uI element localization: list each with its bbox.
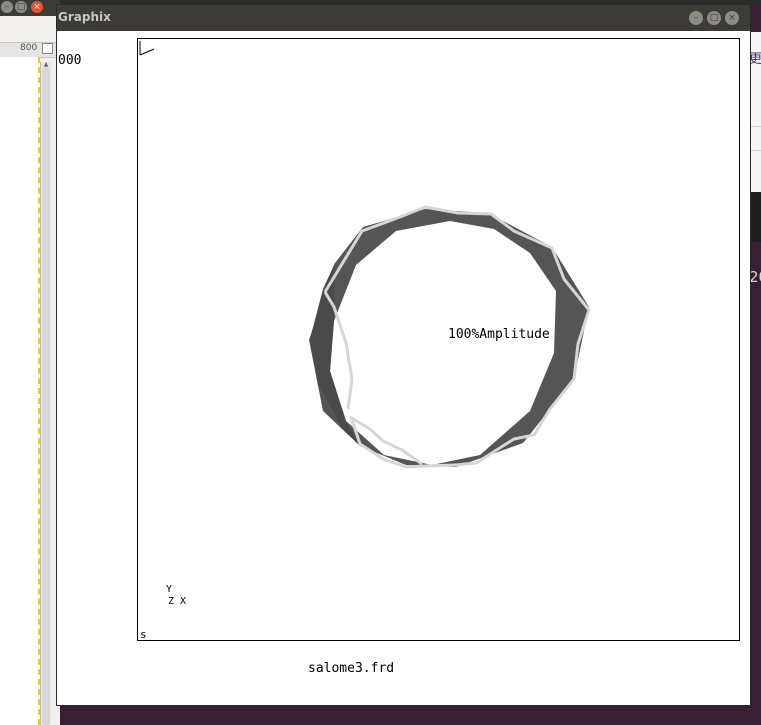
left-window-maximize-icon[interactable]: □ — [15, 1, 27, 13]
window-title: Graphix — [58, 10, 111, 24]
mesh-render[interactable] — [138, 39, 739, 640]
filename-label: salome3.frd — [308, 661, 395, 676]
counter-text: 000 — [58, 53, 82, 68]
axis-zx-label: Z X — [168, 596, 187, 607]
left-window-minimize-icon[interactable]: – — [1, 1, 13, 13]
amplitude-label: 100%Amplitude — [448, 327, 550, 342]
maximize-icon[interactable]: □ — [707, 11, 721, 25]
graphix-window[interactable]: Graphix – □ × 000 100%Amplitude Y Z X s … — [56, 4, 751, 706]
left-window-canvas[interactable] — [0, 57, 40, 725]
left-window-scrollbar[interactable]: ▲ — [40, 62, 51, 725]
render-viewport[interactable]: 100%Amplitude Y Z X s — [137, 38, 740, 641]
ruler-corner-icon[interactable] — [42, 43, 53, 54]
axis-y-label: Y — [166, 584, 173, 595]
graphix-client-area[interactable]: 000 100%Amplitude Y Z X s salome3.frd — [57, 31, 750, 705]
close-icon[interactable]: × — [725, 11, 739, 25]
corner-label: s — [140, 628, 147, 641]
scrollbar-thumb[interactable] — [42, 68, 50, 725]
axis-triad-icon — [139, 41, 155, 56]
ruler-value: 800 — [20, 43, 38, 53]
left-window-close-icon[interactable]: × — [31, 1, 43, 13]
minimize-icon[interactable]: – — [689, 11, 703, 25]
graphix-titlebar[interactable]: Graphix – □ × — [57, 5, 750, 31]
